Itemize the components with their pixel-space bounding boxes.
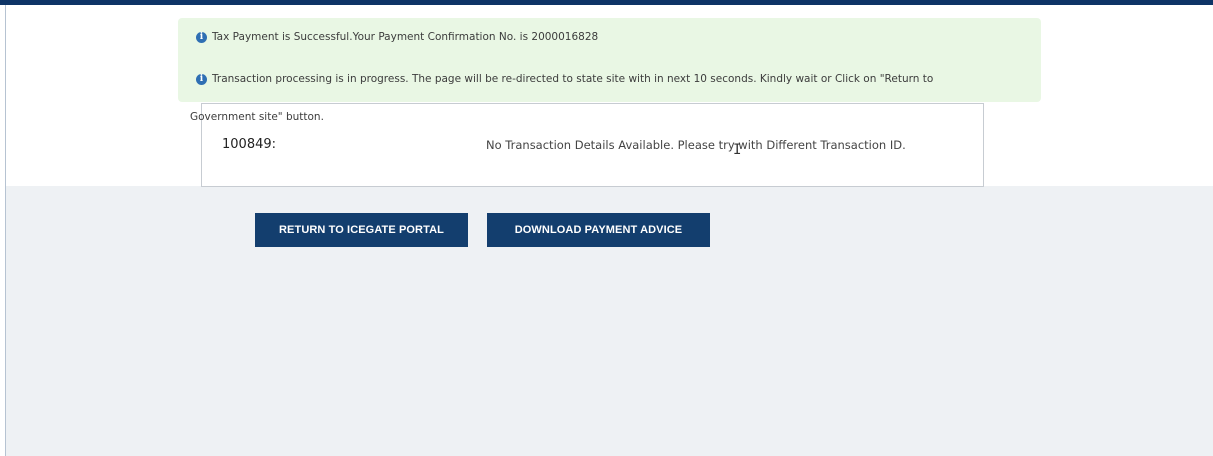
- top-accent-bar: [0, 0, 1213, 5]
- transaction-id: 100849:: [222, 137, 277, 152]
- payment-success-text: Tax Payment is Successful.Your Payment C…: [212, 31, 599, 43]
- info-icon: i: [196, 73, 207, 85]
- redirect-text-continued: Government site" button.: [190, 111, 324, 123]
- transaction-message: No Transaction Details Available. Please…: [486, 138, 906, 152]
- info-icon: i: [196, 31, 207, 43]
- redirect-text: Transaction processing is in progress. T…: [212, 73, 934, 85]
- download-payment-advice-button[interactable]: DOWNLOAD PAYMENT ADVICE: [487, 213, 710, 247]
- payment-status-page: i Tax Payment is Successful.Your Payment…: [0, 0, 1213, 456]
- redirect-message: i Transaction processing is in progress.…: [196, 73, 933, 85]
- return-to-icegate-button[interactable]: RETURN TO ICEGATE PORTAL: [255, 213, 468, 247]
- text-cursor-icon: I: [733, 142, 742, 158]
- payment-success-message: i Tax Payment is Successful.Your Payment…: [196, 31, 598, 43]
